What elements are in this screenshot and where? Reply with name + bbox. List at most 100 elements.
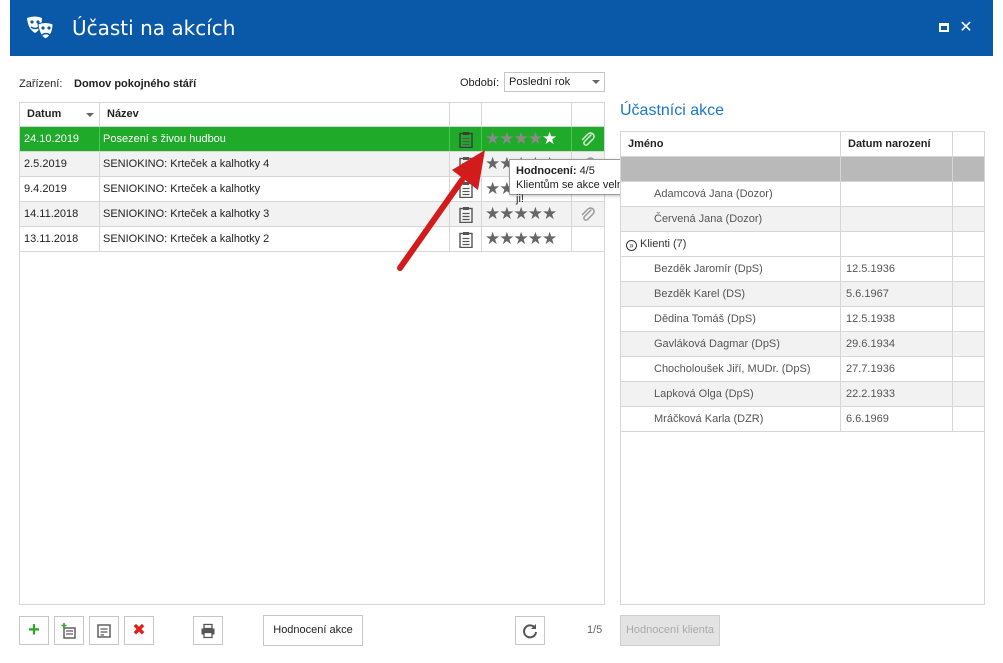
tooltip-rating-label: Hodnocení:	[516, 165, 577, 177]
rate-event-button[interactable]: Hodnocení akce	[263, 615, 363, 646]
birthdate-cell	[841, 157, 953, 181]
edit-button[interactable]	[89, 616, 119, 645]
table-row[interactable]: Bezděk Karel (DS) 5.6.1967	[621, 282, 984, 307]
event-date: 2.5.2019	[20, 152, 100, 176]
birthdate-cell: 12.5.1936	[841, 257, 953, 281]
star-icon: ★	[513, 204, 529, 223]
participant-name: Červená Jana (Dozor)	[621, 207, 841, 231]
extra-cell	[953, 182, 984, 206]
table-row[interactable]: 13.11.2018 SENIOKINO: Krteček a kalhotky …	[20, 227, 604, 252]
participant-name: Lapková Olga (DpS)	[621, 382, 841, 406]
table-row[interactable]: Lapková Olga (DpS) 22.2.1933	[621, 382, 984, 407]
column-header-birthdate[interactable]: Datum narození	[841, 132, 953, 156]
birthdate-cell: 5.6.1967	[841, 282, 953, 306]
pager-indicator: 1/5	[587, 624, 603, 636]
paperclip-icon	[581, 132, 595, 147]
extra-cell	[953, 257, 984, 281]
star-icon: ★	[542, 229, 557, 248]
column-header-extra	[953, 132, 984, 156]
star-icon: ★	[485, 229, 500, 248]
participant-name: Bezděk Jaromír (DpS)	[621, 257, 841, 281]
events-grid-header: Datum Název	[20, 103, 604, 127]
period-label: Období:	[460, 77, 500, 89]
participant-name: Adamcová Jana (Dozor)	[621, 182, 841, 206]
column-header-note[interactable]	[450, 103, 482, 126]
clipboard-icon	[458, 231, 473, 248]
event-note-cell[interactable]	[450, 227, 482, 251]
participants-grid: Jméno Datum narození Adamcová Jana (Dozo…	[620, 131, 985, 605]
column-header-date[interactable]: Datum	[20, 103, 100, 126]
table-row[interactable]: Gavláková Dagmar (DpS) 29.6.1934	[621, 332, 984, 357]
maximize-button[interactable]	[936, 20, 952, 36]
star-icon: ★	[485, 129, 500, 148]
facility-label: Zařízení:	[19, 78, 63, 90]
event-name: SENIOKINO: Krteček a kalhotky 3	[100, 202, 450, 226]
event-attachment-cell[interactable]	[572, 127, 604, 151]
period-select-value: Poslední rok	[509, 76, 571, 88]
refresh-button[interactable]	[515, 616, 545, 645]
group-label: » Klienti (7)	[621, 232, 841, 256]
column-header-attachment[interactable]	[572, 103, 604, 126]
window-title: Účasti na akcích	[72, 16, 236, 40]
extra-cell	[953, 157, 984, 181]
clipboard-icon	[458, 181, 473, 198]
group-header-clients[interactable]: » Klienti (7)	[621, 232, 984, 257]
participant-name: Gavláková Dagmar (DpS)	[621, 332, 841, 356]
facility-value: Domov pokojného stáří	[74, 78, 197, 90]
column-header-name[interactable]: Název	[100, 103, 450, 126]
add-participant-button[interactable]	[54, 616, 84, 645]
rate-client-button[interactable]: Hodnocení klienta	[620, 615, 720, 646]
table-row[interactable]: Dědina Tomáš (DpS) 12.5.1938	[621, 307, 984, 332]
table-row[interactable]: Chocholoušek Jiří, MUDr. (DpS) 27.7.1936	[621, 357, 984, 382]
star-icon: ★	[513, 129, 529, 148]
sort-desc-icon	[86, 113, 94, 117]
birthdate-cell	[841, 182, 953, 206]
star-icon: ★	[527, 229, 543, 248]
table-row[interactable]: Mráčková Karla (DZR) 6.6.1969	[621, 407, 984, 432]
star-icon: ★	[499, 229, 514, 248]
birthdate-cell: 27.7.1936	[841, 357, 953, 381]
star-icon: ★	[513, 229, 529, 248]
event-name: SENIOKINO: Krteček a kalhotky	[100, 177, 450, 201]
collapse-icon: »	[626, 240, 637, 251]
star-icon: ★	[485, 154, 500, 173]
close-button[interactable]: ✕	[958, 20, 974, 36]
table-row[interactable]: Adamcová Jana (Dozor)	[621, 182, 984, 207]
event-rating[interactable]: ★★★★★	[482, 227, 572, 251]
refresh-icon	[523, 623, 537, 639]
star-icon: ★	[499, 204, 514, 223]
extra-cell	[953, 407, 984, 431]
star-icon: ★	[485, 204, 500, 223]
clipboard-icon	[458, 156, 473, 173]
table-row[interactable]: Bezděk Jaromír (DpS) 12.5.1936	[621, 257, 984, 282]
event-note-cell[interactable]	[450, 202, 482, 226]
event-rating[interactable]: ★★★★★	[482, 127, 572, 151]
table-row[interactable]	[621, 157, 984, 182]
maximize-icon	[939, 23, 949, 32]
event-note-cell[interactable]	[450, 177, 482, 201]
event-attachment-cell[interactable]	[572, 227, 604, 251]
participant-name: Dědina Tomáš (DpS)	[621, 307, 841, 331]
chevron-down-icon	[592, 80, 600, 84]
event-note-cell[interactable]	[450, 152, 482, 176]
print-button[interactable]	[193, 616, 223, 645]
event-date: 9.4.2019	[20, 177, 100, 201]
birthdate-cell: 22.2.1933	[841, 382, 953, 406]
plus-icon: +	[28, 619, 40, 641]
period-select[interactable]: Poslední rok	[504, 72, 605, 92]
table-row[interactable]: 24.10.2019 Posezení s živou hudbou ★★★★★	[20, 127, 604, 152]
column-header-person-name[interactable]: Jméno	[621, 132, 841, 156]
table-row[interactable]: Červená Jana (Dozor)	[621, 207, 984, 232]
printer-icon	[201, 623, 215, 638]
delete-x-icon: ✖	[132, 622, 146, 639]
extra-cell	[953, 382, 984, 406]
add-button[interactable]: +	[19, 616, 49, 645]
event-note-cell[interactable]	[450, 127, 482, 151]
extra-cell	[953, 332, 984, 356]
event-date: 14.11.2018	[20, 202, 100, 226]
column-header-rating[interactable]	[482, 103, 572, 126]
delete-button[interactable]: ✖	[124, 616, 154, 645]
star-icon: ★	[542, 204, 557, 223]
group-header-staff	[621, 157, 841, 181]
birthdate-cell: 12.5.1938	[841, 307, 953, 331]
